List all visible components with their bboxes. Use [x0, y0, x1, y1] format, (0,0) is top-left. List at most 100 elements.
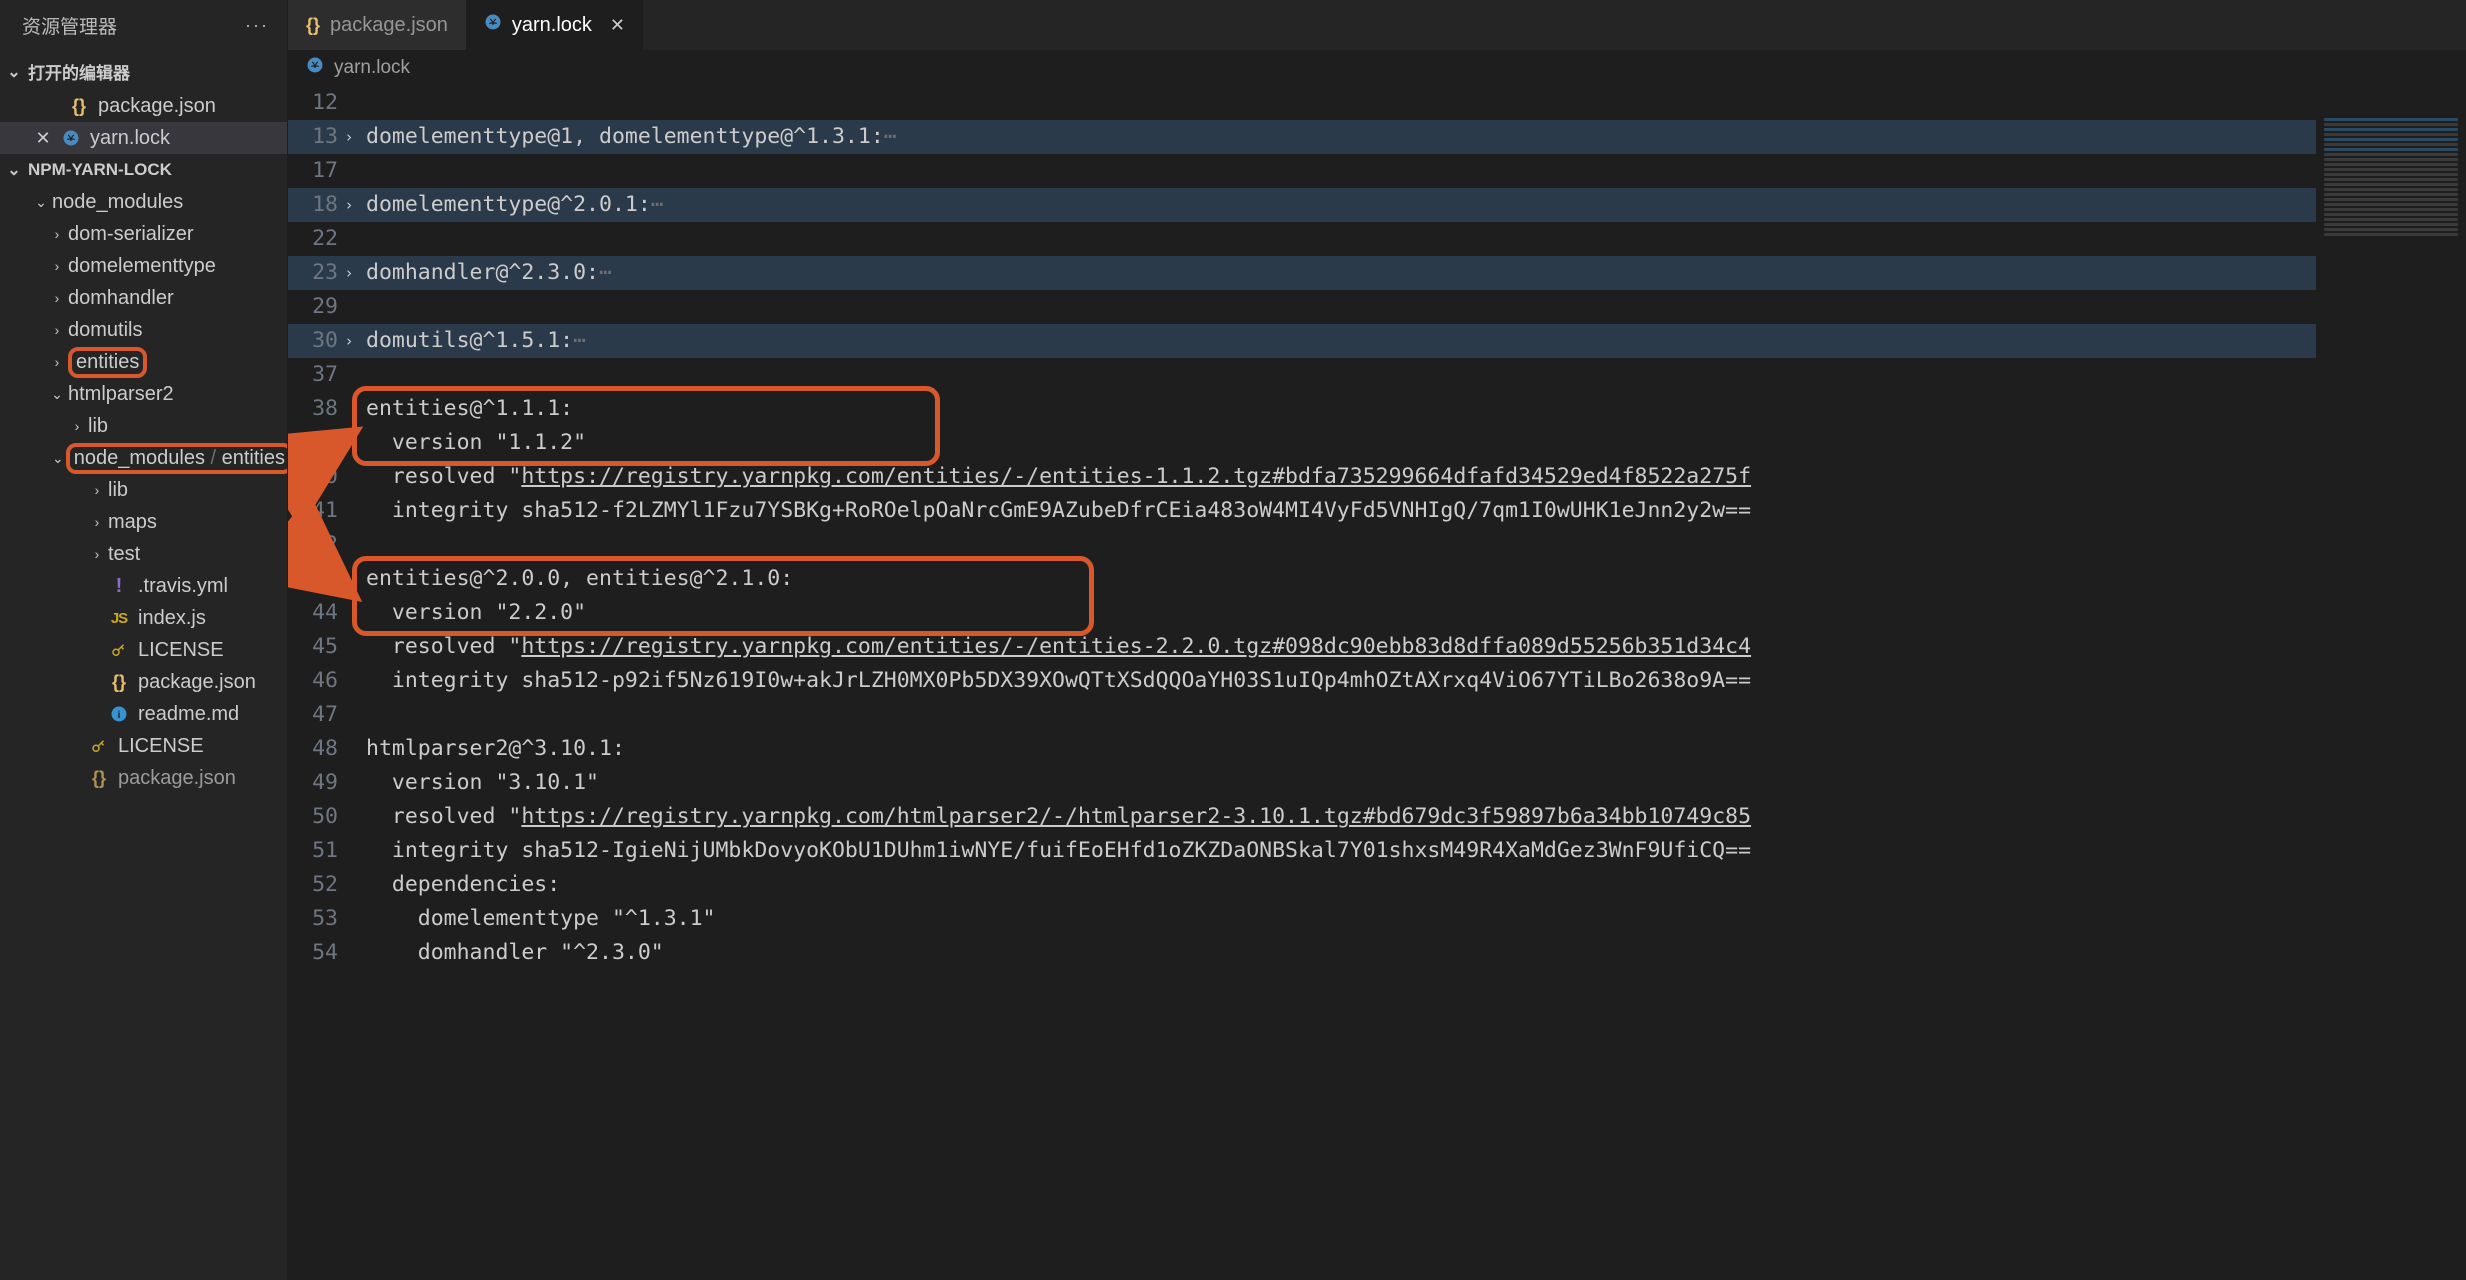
- folder-label: domhandler: [68, 287, 174, 310]
- folder-label: node_modules: [74, 447, 205, 470]
- chevron-right-icon: ›: [88, 482, 106, 498]
- folder-test[interactable]: › test: [0, 538, 287, 570]
- chevron-right-icon[interactable]: ›: [336, 188, 362, 222]
- project-label: NPM-YARN-LOCK: [28, 160, 172, 180]
- open-editor-item[interactable]: › {} package.json: [0, 90, 287, 122]
- key-icon: [88, 737, 110, 755]
- code-line[interactable]: domelementtype "^1.3.1": [366, 902, 2466, 936]
- code-line[interactable]: [366, 358, 2466, 392]
- code-editor[interactable]: 1213171822232930373839404142434445464748…: [288, 86, 2466, 1280]
- code-line[interactable]: resolved "https://registry.yarnpkg.com/h…: [366, 800, 2466, 834]
- code-line[interactable]: ›domhandler@^2.3.0: ⋯: [366, 256, 2466, 290]
- line-number: 52: [288, 868, 338, 902]
- file-packagejson[interactable]: › {} package.json: [0, 666, 287, 698]
- breadcrumb-label: yarn.lock: [334, 57, 410, 79]
- code-line[interactable]: [366, 154, 2466, 188]
- code-line[interactable]: ›domelementtype@^2.0.1: ⋯: [366, 188, 2466, 222]
- file-label: index.js: [138, 607, 206, 630]
- code-line[interactable]: version "2.2.0": [366, 596, 2466, 630]
- chevron-right-icon: ›: [48, 290, 66, 306]
- js-icon: JS: [108, 610, 130, 627]
- file-label: LICENSE: [138, 639, 224, 662]
- folder-domhandler[interactable]: › domhandler: [0, 282, 287, 314]
- file-license[interactable]: › LICENSE: [0, 634, 287, 666]
- code-line[interactable]: ›domelementtype@1, domelementtype@^1.3.1…: [366, 120, 2466, 154]
- breadcrumb[interactable]: yarn.lock: [288, 50, 2466, 86]
- folder-entities[interactable]: › entities: [0, 346, 287, 378]
- file-packagejson[interactable]: › {} package.json: [0, 762, 287, 794]
- folder-label: test: [108, 543, 140, 566]
- code-line[interactable]: integrity sha512-f2LZMYl1Fzu7YSBKg+RoROe…: [366, 494, 2466, 528]
- folder-nested-entities[interactable]: ⌄ node_modules / entities: [0, 442, 287, 474]
- folder-htmlparser2[interactable]: ⌄ htmlparser2: [0, 378, 287, 410]
- code-area[interactable]: ›domelementtype@1, domelementtype@^1.3.1…: [366, 86, 2466, 1280]
- annotation-highlight: entities: [68, 347, 147, 378]
- close-icon[interactable]: ✕: [610, 15, 625, 36]
- chevron-right-icon: ›: [88, 514, 106, 530]
- code-line[interactable]: integrity sha512-IgieNijUMbkDovyoKObU1DU…: [366, 834, 2466, 868]
- chevron-right-icon[interactable]: ›: [336, 324, 362, 358]
- more-icon[interactable]: ···: [245, 15, 269, 36]
- line-number: 43: [288, 562, 338, 596]
- tab-yarnlock[interactable]: yarn.lock ✕: [466, 0, 643, 50]
- yarn-icon: [60, 129, 82, 147]
- code-line[interactable]: [366, 86, 2466, 120]
- chevron-down-icon: ⌄: [32, 194, 50, 211]
- code-line[interactable]: integrity sha512-p92if5Nz619I0w+akJrLZH0…: [366, 664, 2466, 698]
- code-line[interactable]: version "1.1.2": [366, 426, 2466, 460]
- code-line[interactable]: entities@^1.1.1:: [366, 392, 2466, 426]
- chevron-right-icon[interactable]: ›: [336, 256, 362, 290]
- open-editors-label: 打开的编辑器: [28, 59, 130, 84]
- close-icon[interactable]: ✕: [32, 128, 54, 149]
- code-line[interactable]: [366, 528, 2466, 562]
- file-readme[interactable]: › i readme.md: [0, 698, 287, 730]
- folder-maps[interactable]: › maps: [0, 506, 287, 538]
- code-line[interactable]: resolved "https://registry.yarnpkg.com/e…: [366, 630, 2466, 664]
- chevron-right-icon: ›: [48, 258, 66, 274]
- line-number: 39: [288, 426, 338, 460]
- folder-node-modules[interactable]: ⌄ node_modules: [0, 186, 287, 218]
- project-header[interactable]: ⌄ NPM-YARN-LOCK: [0, 154, 287, 186]
- open-editor-item[interactable]: ✕ yarn.lock: [0, 122, 287, 154]
- fold-ellipsis-icon[interactable]: ⋯: [884, 120, 897, 154]
- line-number: 53: [288, 902, 338, 936]
- sidebar-header: 资源管理器 ···: [0, 0, 287, 53]
- line-number: 12: [288, 86, 338, 120]
- code-line[interactable]: resolved "https://registry.yarnpkg.com/e…: [366, 460, 2466, 494]
- code-line[interactable]: domhandler "^2.3.0": [366, 936, 2466, 970]
- fold-ellipsis-icon[interactable]: ⋯: [573, 324, 586, 358]
- code-line[interactable]: dependencies:: [366, 868, 2466, 902]
- file-label: .travis.yml: [138, 575, 228, 598]
- key-icon: [108, 641, 130, 659]
- tab-packagejson[interactable]: {} package.json: [288, 0, 466, 50]
- code-line[interactable]: version "3.10.1": [366, 766, 2466, 800]
- code-line[interactable]: htmlparser2@^3.10.1:: [366, 732, 2466, 766]
- file-travis[interactable]: › ! .travis.yml: [0, 570, 287, 602]
- sidebar: 资源管理器 ··· ⌄ 打开的编辑器 › {} package.json ✕ y…: [0, 0, 288, 1280]
- fold-ellipsis-icon[interactable]: ⋯: [651, 188, 664, 222]
- folder-label: domelementtype: [68, 255, 216, 278]
- open-editors-header[interactable]: ⌄ 打开的编辑器: [0, 53, 287, 90]
- folder-dom-serializer[interactable]: › dom-serializer: [0, 218, 287, 250]
- line-number: 45: [288, 630, 338, 664]
- folder-domelementtype[interactable]: › domelementtype: [0, 250, 287, 282]
- code-line[interactable]: [366, 698, 2466, 732]
- folder-label: lib: [108, 479, 128, 502]
- file-label: yarn.lock: [90, 127, 170, 150]
- code-line[interactable]: [366, 290, 2466, 324]
- file-indexjs[interactable]: › JS index.js: [0, 602, 287, 634]
- chevron-right-icon: ›: [68, 418, 86, 434]
- code-line[interactable]: ›domutils@^1.5.1: ⋯: [366, 324, 2466, 358]
- folder-domutils[interactable]: › domutils: [0, 314, 287, 346]
- code-line[interactable]: entities@^2.0.0, entities@^2.1.0:: [366, 562, 2466, 596]
- folder-lib[interactable]: › lib: [0, 410, 287, 442]
- folder-lib[interactable]: › lib: [0, 474, 287, 506]
- chevron-right-icon[interactable]: ›: [336, 120, 362, 154]
- line-number: 44: [288, 596, 338, 630]
- line-number: 46: [288, 664, 338, 698]
- file-license[interactable]: › LICENSE: [0, 730, 287, 762]
- minimap[interactable]: [2316, 86, 2466, 1280]
- code-line[interactable]: [366, 222, 2466, 256]
- line-number: 48: [288, 732, 338, 766]
- fold-ellipsis-icon[interactable]: ⋯: [599, 256, 612, 290]
